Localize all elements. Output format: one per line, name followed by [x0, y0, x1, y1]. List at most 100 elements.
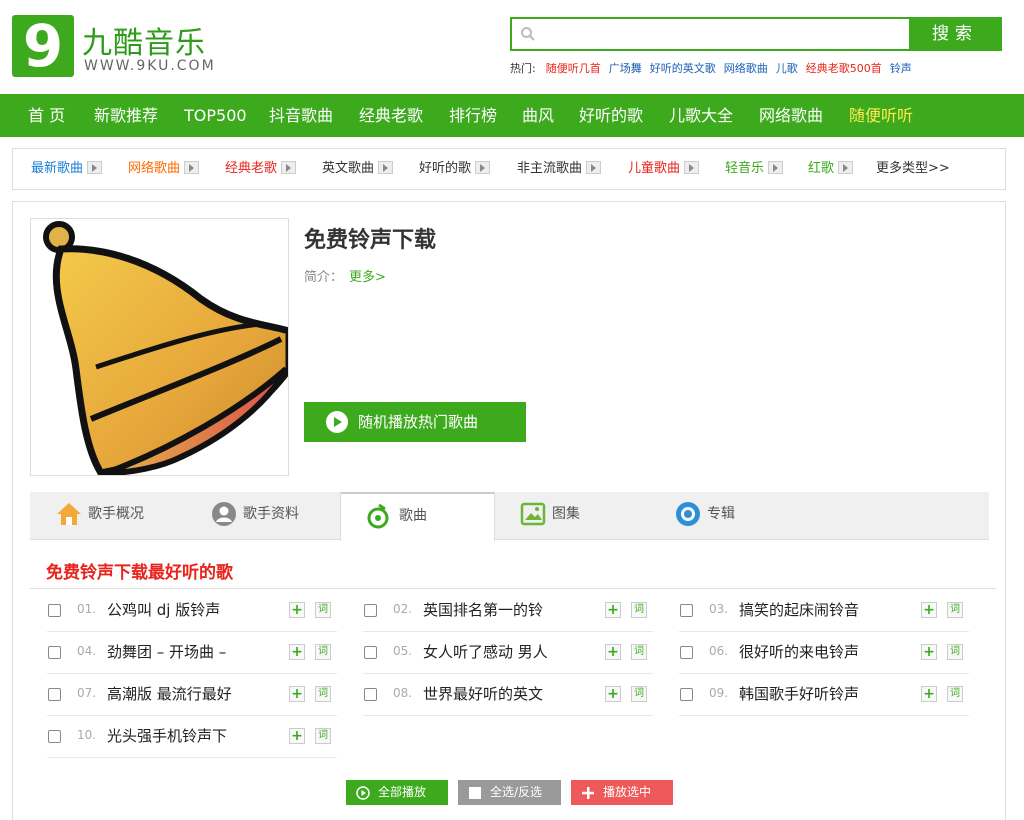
add-icon[interactable]: +	[605, 644, 621, 660]
tab-songs[interactable]: 歌曲	[340, 492, 495, 541]
hot-link[interactable]: 铃声	[890, 62, 912, 75]
add-icon[interactable]: +	[921, 686, 937, 702]
song-checkbox[interactable]	[48, 646, 61, 659]
category-bar: 最新歌曲 网络歌曲 经典老歌 英文歌曲 好听的歌 非主流歌曲 儿童歌曲 轻音乐 …	[12, 148, 1006, 190]
song-title[interactable]: 世界最好听的英文	[423, 683, 543, 704]
song-title[interactable]: 英国排名第一的铃	[423, 599, 543, 620]
nav-item-good[interactable]: 好听的歌	[579, 94, 643, 137]
lyrics-button[interactable]: 词	[947, 686, 963, 702]
checkbox-icon	[469, 787, 481, 799]
nav-item-network[interactable]: 网络歌曲	[759, 94, 823, 137]
lyrics-button[interactable]: 词	[631, 644, 647, 660]
song-title[interactable]: 很好听的来电铃声	[739, 641, 859, 662]
category-item[interactable]: 红歌	[808, 149, 854, 189]
lyrics-button[interactable]: 词	[315, 602, 331, 618]
song-checkbox[interactable]	[680, 688, 693, 701]
song-checkbox[interactable]	[48, 604, 61, 617]
add-icon[interactable]: +	[289, 602, 305, 618]
song-checkbox[interactable]	[680, 604, 693, 617]
lyrics-button[interactable]: 词	[315, 686, 331, 702]
nav-item-top500[interactable]: TOP500	[184, 94, 247, 137]
hot-link[interactable]: 经典老歌500首	[806, 62, 882, 75]
logo[interactable]: 9	[12, 15, 74, 77]
lyrics-button[interactable]: 词	[947, 602, 963, 618]
play-hot-songs-button[interactable]: 随机播放热门歌曲	[304, 402, 526, 442]
category-item[interactable]: 轻音乐	[725, 149, 784, 189]
nav-item-random[interactable]: 随便听听	[849, 94, 913, 137]
tab-albums[interactable]: 专辑	[675, 492, 805, 540]
song-number: 06.	[709, 644, 729, 658]
nav-item-chart[interactable]: 排行榜	[449, 94, 497, 137]
song-title[interactable]: 韩国歌手好听铃声	[739, 683, 859, 704]
play-all-label: 全部播放	[378, 785, 427, 799]
song-checkbox[interactable]	[364, 688, 377, 701]
tab-gallery[interactable]: 图集	[520, 492, 650, 540]
lyrics-button[interactable]: 词	[315, 728, 331, 744]
home-icon	[57, 503, 81, 525]
category-item[interactable]: 网络歌曲	[128, 149, 200, 189]
add-icon[interactable]: +	[605, 686, 621, 702]
divider	[30, 588, 996, 589]
category-label: 轻音乐	[725, 161, 765, 176]
intro-more-link[interactable]: 更多>	[349, 270, 386, 285]
add-icon[interactable]: +	[289, 728, 305, 744]
nav-item-new[interactable]: 新歌推荐	[94, 94, 158, 137]
artist-intro: 简介： 更多>	[304, 266, 386, 285]
add-icon[interactable]: +	[289, 686, 305, 702]
nav-item-genre[interactable]: 曲风	[522, 94, 554, 137]
logo-text[interactable]: 九酷音乐	[82, 18, 206, 62]
category-item[interactable]: 好听的歌	[419, 149, 491, 189]
category-item[interactable]: 儿童歌曲	[628, 149, 700, 189]
nav-item-douyin[interactable]: 抖音歌曲	[269, 94, 333, 137]
play-all-button[interactable]: 全部播放	[346, 780, 448, 805]
song-number: 10.	[77, 728, 97, 742]
song-row: 06. 很好听的来电铃声 + 词	[679, 632, 969, 674]
lyrics-button[interactable]: 词	[631, 686, 647, 702]
song-checkbox[interactable]	[364, 604, 377, 617]
song-row: 08. 世界最好听的英文 + 词	[363, 674, 653, 716]
user-icon	[212, 502, 236, 526]
search-button[interactable]: 搜索	[909, 18, 1001, 50]
nav-item-kids[interactable]: 儿歌大全	[669, 94, 733, 137]
select-all-button[interactable]: 全选/反选	[458, 780, 561, 805]
play-icon	[326, 411, 348, 433]
hot-link[interactable]: 好听的英文歌	[650, 62, 716, 75]
nav-item-home[interactable]: 首 页	[28, 94, 65, 137]
song-title[interactable]: 公鸡叫 dj 版铃声	[107, 599, 220, 620]
add-icon[interactable]: +	[921, 602, 937, 618]
song-title[interactable]: 劲舞团 – 开场曲 –	[107, 641, 226, 662]
nav-item-classic[interactable]: 经典老歌	[359, 94, 423, 137]
hot-link[interactable]: 儿歌	[776, 62, 798, 75]
song-title[interactable]: 高潮版 最流行最好	[107, 683, 232, 704]
song-checkbox[interactable]	[680, 646, 693, 659]
category-item[interactable]: 最新歌曲	[31, 149, 103, 189]
add-icon[interactable]: +	[921, 644, 937, 660]
tab-profile[interactable]: 歌手资料	[205, 492, 335, 540]
category-item[interactable]: 非主流歌曲	[517, 149, 602, 189]
song-title[interactable]: 女人听了感动 男人	[423, 641, 548, 662]
category-label: 最新歌曲	[31, 161, 84, 176]
tab-label: 歌曲	[399, 508, 427, 524]
song-title[interactable]: 光头强手机铃声下	[107, 725, 227, 746]
song-checkbox[interactable]	[48, 730, 61, 743]
add-icon[interactable]: +	[289, 644, 305, 660]
category-item[interactable]: 经典老歌	[225, 149, 297, 189]
song-checkbox[interactable]	[364, 646, 377, 659]
lyrics-button[interactable]: 词	[947, 644, 963, 660]
hot-link[interactable]: 随便听几首	[546, 62, 601, 75]
song-title[interactable]: 搞笑的起床闹铃音	[739, 599, 859, 620]
search-input[interactable]	[542, 22, 902, 46]
lyrics-button[interactable]: 词	[315, 644, 331, 660]
tab-overview[interactable]: 歌手概况	[50, 492, 180, 540]
song-number: 01.	[77, 602, 97, 616]
more-categories-link[interactable]: 更多类型>>	[876, 149, 950, 189]
song-checkbox[interactable]	[48, 688, 61, 701]
hot-link[interactable]: 网络歌曲	[724, 62, 768, 75]
category-item[interactable]: 英文歌曲	[322, 149, 394, 189]
lyrics-button[interactable]: 词	[631, 602, 647, 618]
play-selected-button[interactable]: 播放选中	[571, 780, 673, 805]
play-icon	[356, 786, 370, 800]
song-row: 10. 光头强手机铃声下 + 词	[47, 716, 337, 758]
hot-link[interactable]: 广场舞	[609, 62, 642, 75]
add-icon[interactable]: +	[605, 602, 621, 618]
